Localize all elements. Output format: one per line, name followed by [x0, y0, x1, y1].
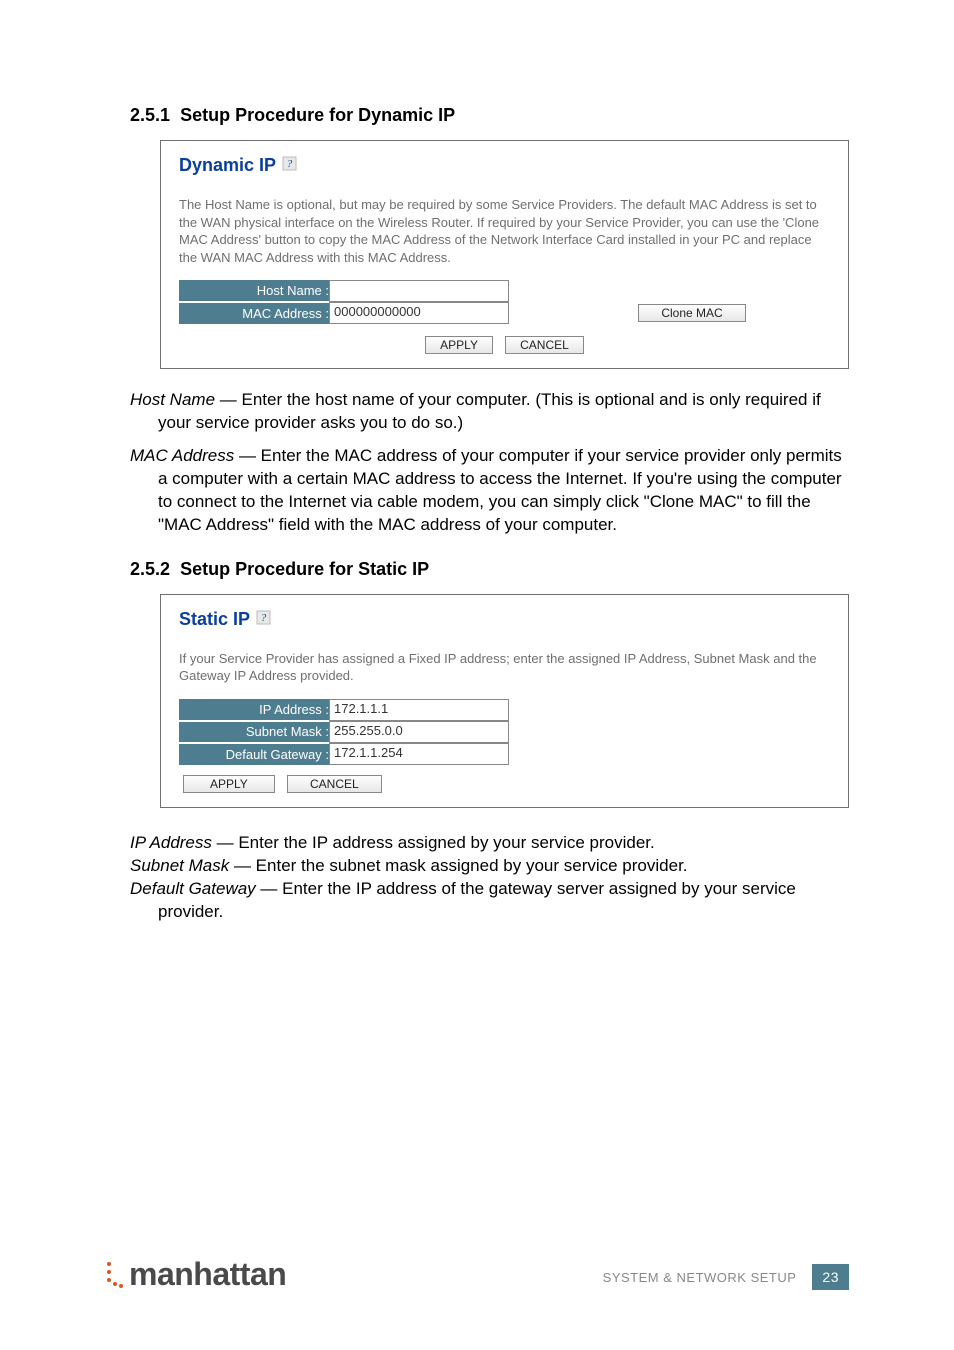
section-heading-dynamic: 2.5.1 Setup Procedure for Dynamic IP	[130, 105, 849, 126]
ip-address-input[interactable]: 172.1.1.1	[329, 699, 509, 721]
static-apply-button[interactable]: APPLY	[183, 775, 275, 793]
static-ip-panel: Static IP ? If your Service Provider has…	[160, 594, 849, 808]
footer-section-label: SYSTEM & NETWORK SETUP	[603, 1270, 797, 1285]
section-title: Setup Procedure for Dynamic IP	[180, 105, 455, 125]
static-cancel-button[interactable]: CANCEL	[287, 775, 382, 793]
static-panel-desc: If your Service Provider has assigned a …	[179, 650, 830, 685]
ip-address-label: IP Address :	[179, 699, 329, 721]
default-gateway-explain: Default Gateway — Enter the IP address o…	[130, 878, 849, 924]
dynamic-form-table: Host Name : MAC Address : 000000000000 C…	[179, 280, 830, 324]
mac-address-label: MAC Address :	[179, 302, 329, 324]
host-name-text: — Enter the host name of your computer. …	[158, 390, 821, 432]
brand-text: manhattan	[129, 1258, 286, 1290]
svg-text:?: ?	[287, 158, 293, 170]
mac-address-text: — Enter the MAC address of your computer…	[158, 446, 842, 534]
brand-dots-icon	[105, 1258, 127, 1290]
host-name-input[interactable]	[329, 280, 509, 302]
host-name-term: Host Name	[130, 390, 215, 409]
default-gateway-term: Default Gateway	[130, 879, 256, 898]
subnet-mask-label: Subnet Mask :	[179, 721, 329, 743]
section-heading-static: 2.5.2 Setup Procedure for Static IP	[130, 559, 849, 580]
page-number: 23	[812, 1264, 849, 1290]
section-number: 2.5.1	[130, 105, 170, 125]
clone-mac-button[interactable]: Clone MAC	[638, 304, 745, 322]
section-title-2: Setup Procedure for Static IP	[180, 559, 429, 579]
static-form-table: IP Address : 172.1.1.1 Subnet Mask : 255…	[179, 699, 509, 765]
dynamic-panel-title: Dynamic IP	[179, 155, 276, 175]
dynamic-cancel-button[interactable]: CANCEL	[505, 336, 584, 354]
default-gateway-input[interactable]: 172.1.1.254	[329, 743, 509, 765]
host-name-label: Host Name :	[179, 280, 329, 302]
static-panel-title: Static IP	[179, 609, 250, 629]
ip-address-explain: IP Address — Enter the IP address assign…	[130, 832, 849, 855]
subnet-mask-input[interactable]: 255.255.0.0	[329, 721, 509, 743]
help-icon[interactable]: ?	[256, 610, 271, 627]
brand-logo: manhattan	[105, 1258, 286, 1290]
subnet-mask-text: — Enter the subnet mask assigned by your…	[229, 856, 687, 875]
host-name-explain: Host Name — Enter the host name of your …	[130, 389, 849, 435]
subnet-mask-explain: Subnet Mask — Enter the subnet mask assi…	[130, 855, 849, 878]
section-number-2: 2.5.2	[130, 559, 170, 579]
ip-address-text: — Enter the IP address assigned by your …	[212, 833, 655, 852]
mac-address-explain: MAC Address — Enter the MAC address of y…	[130, 445, 849, 537]
mac-address-term: MAC Address	[130, 446, 234, 465]
subnet-mask-term: Subnet Mask	[130, 856, 229, 875]
svg-text:?: ?	[261, 612, 267, 624]
mac-address-input[interactable]: 000000000000	[329, 302, 509, 324]
page-footer: manhattan SYSTEM & NETWORK SETUP 23	[0, 1258, 954, 1290]
ip-address-term: IP Address	[130, 833, 212, 852]
dynamic-panel-desc: The Host Name is optional, but may be re…	[179, 196, 830, 266]
dynamic-apply-button[interactable]: APPLY	[425, 336, 493, 354]
dynamic-ip-panel: Dynamic IP ? The Host Name is optional, …	[160, 140, 849, 369]
help-icon[interactable]: ?	[282, 156, 297, 173]
default-gateway-label: Default Gateway :	[179, 743, 329, 765]
